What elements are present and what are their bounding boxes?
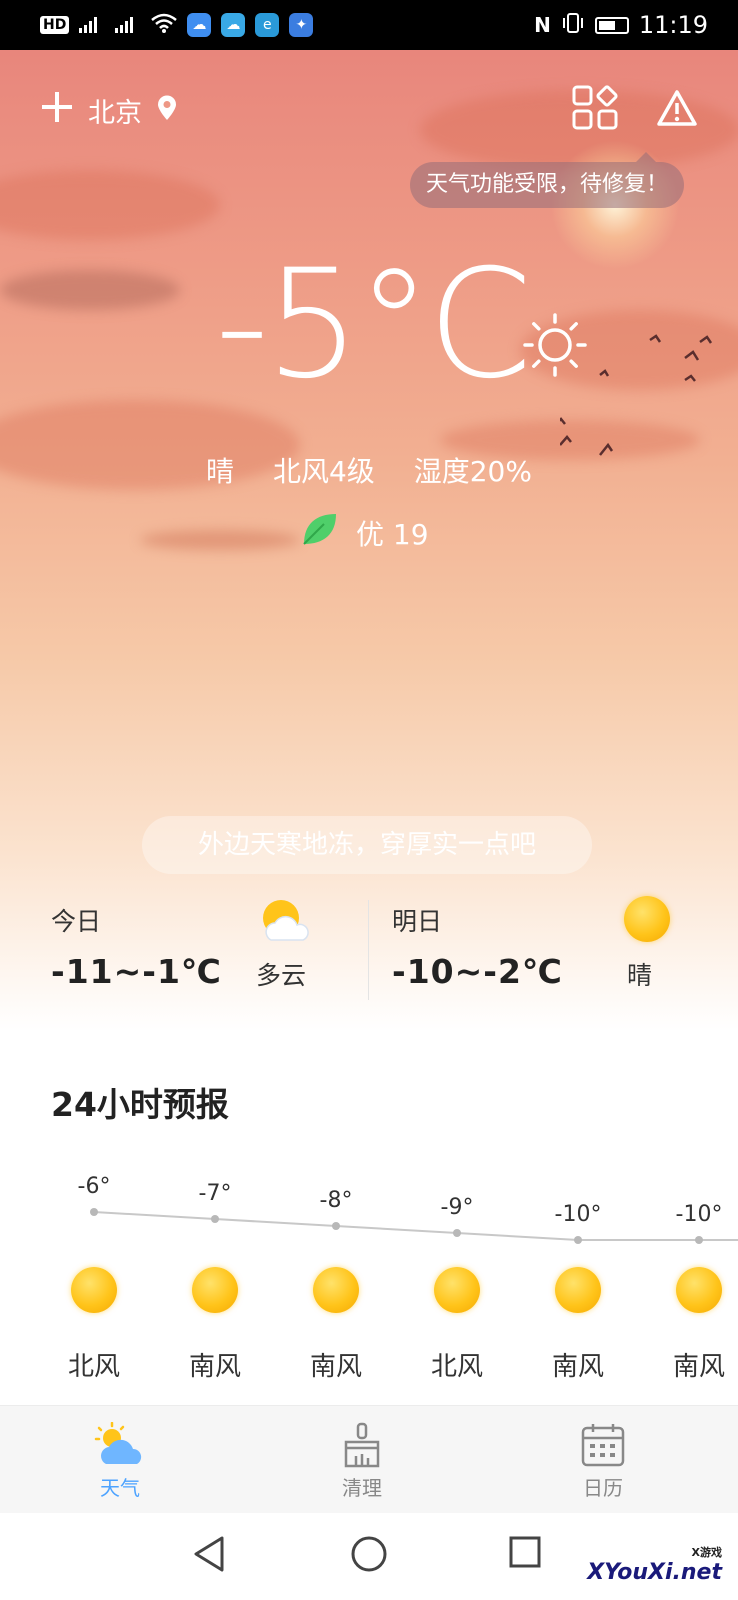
forecast-title: 24小时预报 [51,1085,229,1124]
signal-icon-2 [115,15,141,36]
location-pin-icon [156,95,178,125]
recents-icon[interactable] [508,1535,542,1573]
weather-app-icon: ☁ [187,13,212,37]
hd-indicator: HD [40,16,70,34]
weather-tip: 外边天寒地冻，穿厚实一点吧 [142,816,592,874]
cloud-app-icon: ☁ [221,13,246,37]
widgets-icon[interactable] [572,85,620,135]
back-icon[interactable] [192,1535,226,1577]
status-bar: HD ☁ ☁ e ✦ N 11:19 [0,0,738,50]
hour-wind: 南风 [309,1352,362,1382]
tab-label: 清理 [342,1476,382,1500]
hour-forecast-item: -10° 南风 [518,1160,638,1400]
day-label: 今日 [51,907,102,936]
sun-icon [71,1267,117,1313]
hour-wind: 南风 [551,1352,604,1382]
city-name[interactable]: 北京 [88,91,142,130]
cloud-decoration [0,170,220,240]
sun-icon [313,1267,359,1313]
day-condition: 多云 [256,961,307,990]
battery-icon [594,16,629,34]
hour-temp: -10° [554,1202,602,1227]
hour-forecast-item: -7° 南风 [155,1160,275,1400]
humidity-text: 湿度20% [413,455,532,488]
hourly-forecast[interactable]: -6° 北风 -7° 南风 -8° 南风 -9° 北风 -10° 南风 -10° 南风 [0,1160,738,1400]
tab-calendar[interactable]: 日历 [543,1422,663,1501]
nfc-icon: N [534,13,551,37]
warning-icon[interactable] [656,89,698,131]
cloud-decoration [0,270,180,310]
bottom-tab-bar: 天气 清理 日历 [0,1405,738,1514]
day-temp-range: -11~-1℃ [51,952,222,991]
site-watermark: X游戏 XYouXi.net [587,1546,722,1585]
daily-summary: 今日 -11~-1℃ 多云 明日 -10~-2℃ 晴 [0,890,738,1020]
browser-app-icon: e [255,13,280,37]
hour-forecast-item: -8° 南风 [276,1160,396,1400]
birds-decoration [554,330,730,464]
hour-forecast-item: -6° 北风 [34,1160,154,1400]
cleaner-app-icon: ✦ [289,13,314,37]
sun-icon [192,1267,238,1313]
partly-cloudy-icon [257,896,311,950]
tab-label: 天气 [100,1476,140,1500]
weather-summary: 晴 北风4级 湿度20% [0,450,738,490]
wind-text: 北风4级 [272,455,375,488]
card-divider [368,900,369,1000]
tab-weather[interactable]: 天气 [60,1422,180,1501]
day-card-tomorrow[interactable]: 明日 -10~-2℃ 晴 [392,890,722,1010]
weather-icon [60,1422,180,1468]
day-label: 明日 [392,907,443,936]
sun-icon [676,1267,722,1313]
broom-icon [302,1422,422,1468]
leaf-icon [300,510,338,555]
service-warning-tooltip: 天气功能受限，待修复！ [410,152,685,208]
sun-icon [624,896,670,942]
header-bar: 北京 [40,85,698,135]
home-icon[interactable] [350,1535,388,1577]
sun-icon [434,1267,480,1313]
plus-icon[interactable] [40,90,74,131]
cloud-decoration [140,530,300,550]
hour-wind: 南风 [672,1352,725,1382]
current-temperature: -5°C [215,238,532,412]
day-temp-range: -10~-2℃ [392,952,563,991]
calendar-icon [543,1422,663,1468]
signal-icon [79,15,105,36]
tab-clean[interactable]: 清理 [302,1422,422,1501]
day-condition: 晴 [627,961,653,990]
hour-temp: -6° [77,1174,111,1199]
weather-hero: 北京 天气功能受限，待修复！ -5°C 晴 北风4级 湿度20% 优 19 外边… [0,50,738,1030]
hour-temp: -7° [198,1181,232,1206]
condition-text: 晴 [206,455,235,488]
status-left: HD ☁ ☁ e ✦ [40,13,314,37]
hour-wind: 北风 [430,1352,483,1382]
tab-label: 日历 [583,1476,623,1500]
city-selector[interactable]: 北京 [40,90,178,131]
status-right: N 11:19 [534,11,708,39]
header-actions [572,85,698,135]
hour-temp: -9° [440,1195,474,1220]
aqi-value: 优 19 [356,517,429,551]
sun-icon [555,1267,601,1313]
hour-temp: -10° [675,1202,723,1227]
air-quality[interactable]: 优 19 [300,510,429,555]
clock: 11:19 [638,11,708,39]
vibrate-icon [561,13,585,37]
hour-forecast-item: -10° 南风 [639,1160,738,1400]
hour-wind: 南风 [188,1352,241,1382]
hour-forecast-item: -9° 北风 [397,1160,517,1400]
hour-temp: -8° [319,1188,353,1213]
day-card-today[interactable]: 今日 -11~-1℃ 多云 [51,890,381,1010]
wifi-icon [151,13,178,37]
system-nav-bar [0,1513,738,1600]
hour-wind: 北风 [67,1352,120,1382]
